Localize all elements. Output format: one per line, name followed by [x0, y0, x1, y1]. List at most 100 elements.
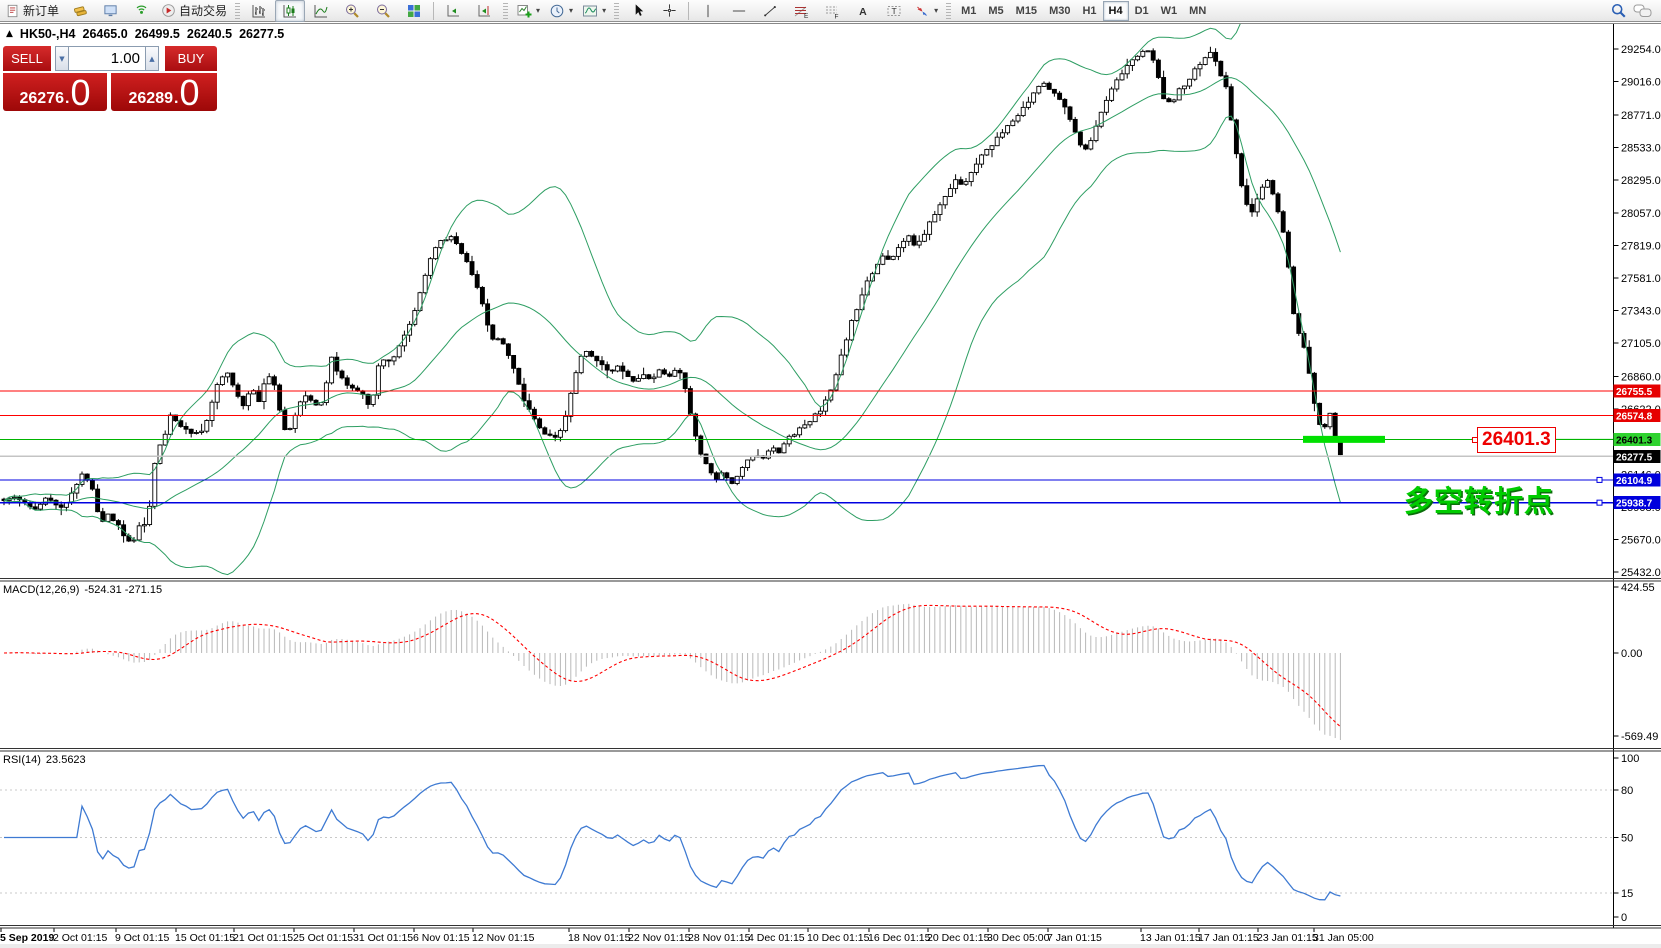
- svg-text:-569.49: -569.49: [1621, 731, 1658, 743]
- volume-input[interactable]: 1.00: [69, 46, 145, 71]
- hline-handle[interactable]: [1596, 499, 1603, 506]
- buy-button[interactable]: BUY: [165, 46, 217, 71]
- svg-text:26755.5: 26755.5: [1616, 387, 1653, 398]
- sell-price[interactable]: 26276 . 0: [3, 73, 107, 111]
- time-label: 25 Oct 01:15: [293, 932, 353, 944]
- line-chart-button[interactable]: [306, 0, 336, 22]
- svg-text:15: 15: [1621, 888, 1633, 900]
- rsi-value: 23.5623: [45, 754, 86, 766]
- text-button[interactable]: A: [848, 0, 878, 22]
- buy-price-int: 26289: [128, 90, 174, 107]
- macd-name: MACD(12,26,9): [3, 584, 80, 596]
- bar-chart-button[interactable]: [244, 0, 274, 22]
- vertical-line-button[interactable]: [693, 0, 723, 22]
- svg-text:T: T: [892, 6, 897, 16]
- channel-button[interactable]: F: [817, 0, 847, 22]
- macd-values: -524.31 -271.15: [84, 584, 163, 596]
- chevron-down-icon: ▾: [602, 6, 607, 15]
- volume-decrease-button[interactable]: ▼: [55, 46, 69, 71]
- svg-text:25670.0: 25670.0: [1621, 534, 1661, 546]
- time-label: 2 Oct 01:15: [53, 932, 107, 944]
- line-chart-icon: [314, 4, 328, 17]
- chevron-down-icon: ▾: [536, 6, 541, 15]
- sell-button[interactable]: SELL: [3, 46, 51, 71]
- svg-text:26574.8: 26574.8: [1616, 412, 1653, 423]
- new-chart-dropdown[interactable]: ▾: [512, 0, 544, 22]
- timeframe-button-M1[interactable]: M1: [955, 1, 982, 21]
- search-icon[interactable]: [1610, 2, 1627, 19]
- support-highlight-segment[interactable]: [1303, 435, 1385, 443]
- zoom-in-button[interactable]: [337, 0, 367, 22]
- ohlc-close: 26277.5: [239, 27, 285, 41]
- ohlc-high: 26499.5: [134, 27, 180, 41]
- timeframe-button-W1[interactable]: W1: [1155, 1, 1184, 21]
- toolbar-grip[interactable]: [503, 2, 509, 19]
- indicators-dropdown[interactable]: ▾: [578, 0, 610, 22]
- shapes-dropdown[interactable]: ▾: [910, 0, 942, 22]
- horizontal-line-button[interactable]: [724, 0, 754, 22]
- svg-text:26277.5: 26277.5: [1616, 452, 1653, 463]
- timeframe-button-M5[interactable]: M5: [982, 1, 1009, 21]
- zoom-out-button[interactable]: [368, 0, 398, 22]
- svg-text:28295.0: 28295.0: [1621, 175, 1661, 187]
- fibonacci-button[interactable]: E: [786, 0, 816, 22]
- clock-icon: [550, 4, 564, 17]
- tile-windows-button[interactable]: [399, 0, 429, 22]
- turning-point-annotation[interactable]: 多空转折点: [1404, 478, 1554, 520]
- sell-price-sep: .: [65, 90, 70, 107]
- timeframe-button-MN[interactable]: MN: [1183, 1, 1212, 21]
- chart-shift-button[interactable]: [469, 0, 499, 22]
- crosshair-button[interactable]: [654, 0, 684, 22]
- trendline-button[interactable]: [755, 0, 785, 22]
- time-label: 28 Nov 01:15: [688, 932, 751, 944]
- text-label-button[interactable]: T: [879, 0, 909, 22]
- terminal-button[interactable]: [95, 0, 125, 22]
- timeframe-button-M30[interactable]: M30: [1043, 1, 1076, 21]
- svg-text:27819.0: 27819.0: [1621, 240, 1661, 252]
- time-label: 6 Nov 01:15: [413, 932, 470, 944]
- price-annotation-box[interactable]: 26401.3: [1472, 427, 1556, 453]
- auto-scroll-button[interactable]: [438, 0, 468, 22]
- chart-canvas[interactable]: 29254.0 29016.0 28771.0 28533.0 28295.0 28057…: [0, 0, 1661, 948]
- toolbar-grip[interactable]: [235, 2, 241, 19]
- fibonacci-icon: E: [794, 6, 809, 19]
- horizontal-line-icon: [732, 10, 746, 11]
- terminal-icon: [103, 5, 117, 17]
- svg-text:A: A: [859, 5, 867, 17]
- new-order-button[interactable]: 新订单: [2, 0, 63, 22]
- auto-scroll-icon: [447, 4, 460, 16]
- time-label: 9 Oct 01:15: [115, 932, 169, 944]
- chat-icon[interactable]: [1633, 3, 1653, 19]
- zoom-out-icon: [377, 4, 390, 18]
- autotrading-label: 自动交易: [179, 4, 228, 18]
- svg-text:E: E: [804, 13, 809, 19]
- panel-divider-1[interactable]: [0, 747, 1661, 753]
- timeframe-button-H1[interactable]: H1: [1076, 1, 1102, 21]
- toolbar-grip[interactable]: [614, 2, 620, 19]
- timeframe-button-H4[interactable]: H4: [1102, 0, 1129, 21]
- bar-chart-icon: [252, 4, 266, 17]
- candlestick-chart-button[interactable]: [275, 0, 306, 22]
- panel-divider-2[interactable]: [0, 924, 1661, 930]
- timeframe-button-M15[interactable]: M15: [1010, 1, 1043, 21]
- svg-text:25938.7: 25938.7: [1616, 499, 1653, 510]
- volume-increase-button[interactable]: ▲: [145, 46, 159, 71]
- periods-dropdown[interactable]: ▾: [545, 0, 577, 22]
- buy-price[interactable]: 26289 . 0: [111, 73, 217, 111]
- new-order-icon: [7, 4, 18, 17]
- signals-button[interactable]: [126, 0, 156, 22]
- time-label: 21 Oct 01:15: [233, 932, 293, 944]
- expander-icon[interactable]: ▲: [6, 29, 13, 39]
- autotrading-button[interactable]: 自动交易: [157, 0, 231, 22]
- timeframe-button-D1[interactable]: D1: [1129, 1, 1155, 21]
- indicators-icon: [583, 5, 598, 16]
- time-label: 20 Dec 01:15: [927, 932, 990, 944]
- svg-text:424.55: 424.55: [1621, 582, 1655, 594]
- gold-button[interactable]: [64, 0, 94, 22]
- chevron-down-icon: ▾: [569, 6, 574, 15]
- panel-divider-0[interactable]: [0, 577, 1661, 583]
- toolbar-grip[interactable]: [946, 2, 952, 19]
- cursor-button[interactable]: [623, 0, 653, 22]
- hline-handle[interactable]: [1596, 476, 1603, 483]
- svg-text:100: 100: [1621, 753, 1639, 765]
